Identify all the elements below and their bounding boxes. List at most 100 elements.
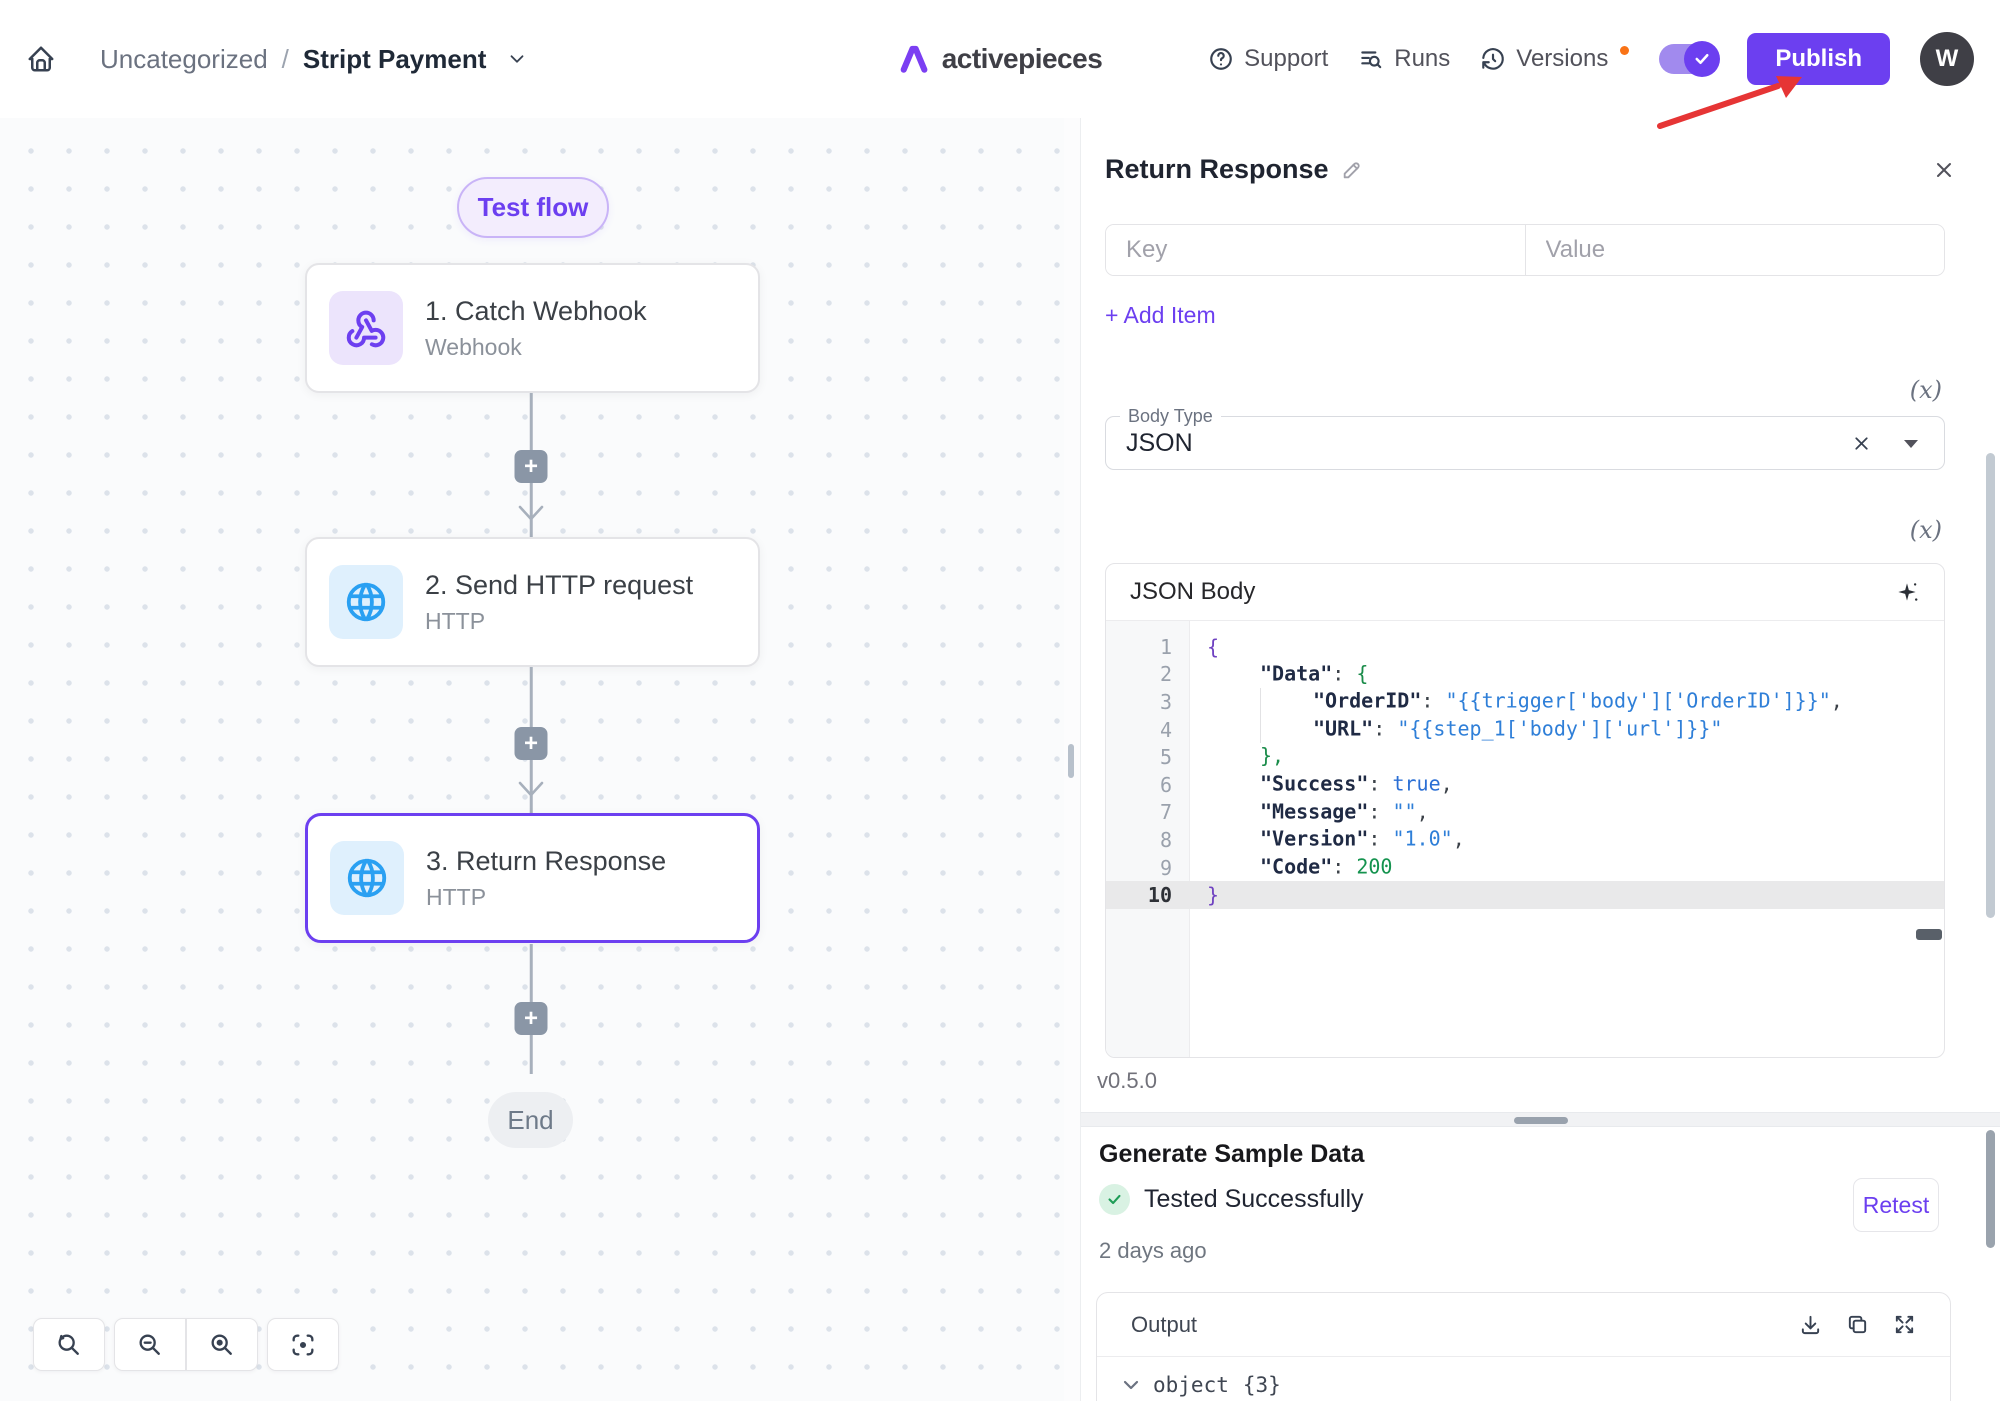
json-body-editor: JSON Body 1{2"Data": {3"OrderID": "{{tri… [1105,563,1945,1058]
add-step-button-3[interactable]: + [515,1002,548,1035]
dropdown-caret-icon[interactable] [1902,438,1920,450]
flow-end-node: End [488,1092,573,1148]
breadcrumb-separator: / [282,44,289,75]
output-node-type: object [1153,1373,1229,1397]
clear-selection-icon[interactable] [1851,433,1872,454]
generate-sample-data-title: Generate Sample Data [1099,1140,1364,1169]
step-subtitle: Webhook [425,334,647,361]
versions-button[interactable]: Versions [1480,45,1608,73]
output-tree-root[interactable]: object {3} [1097,1357,1950,1397]
arrow-down-icon [517,505,545,523]
expand-icon[interactable] [1893,1313,1916,1336]
toggle-knob [1684,41,1720,77]
panel-scrollbar-top[interactable] [1986,453,1995,918]
panel-resize-handle[interactable] [1068,744,1074,778]
versions-label: Versions [1516,45,1608,73]
zoom-out-icon [136,1331,164,1359]
output-title: Output [1131,1312,1197,1338]
breadcrumb-category[interactable]: Uncategorized [100,44,268,75]
code-line[interactable]: 5}, [1106,743,1944,771]
body-type-value: JSON [1126,429,1193,458]
user-avatar[interactable]: W [1920,32,1974,86]
code-line[interactable]: 8"Version": "1.0", [1106,826,1944,854]
publish-button[interactable]: Publish [1747,33,1890,85]
test-status-label: Tested Successfully [1144,1185,1364,1214]
zoom-reset-button[interactable] [34,1319,104,1370]
value-input[interactable] [1525,225,1945,275]
step-card-catch-webhook[interactable]: 1. Catch Webhook Webhook [305,263,760,393]
body-type-label: Body Type [1120,406,1221,427]
webhook-icon [329,291,403,365]
retest-button[interactable]: Retest [1853,1178,1939,1232]
panel-section-divider[interactable] [1081,1112,2000,1127]
divider-grip [1514,1117,1568,1124]
insert-variable-icon[interactable]: (x) [1910,516,1942,544]
arrow-down-icon [517,781,545,799]
add-item-button[interactable]: + Add Item [1105,302,1216,329]
home-icon[interactable] [26,44,56,74]
flow-builder-screen: Uncategorized / Stript Payment activepie… [0,0,2000,1401]
piece-version-label: v0.5.0 [1097,1068,1157,1094]
code-line[interactable]: 4"URL": "{{step_1['body']['url']}}" [1106,716,1944,744]
code-line[interactable]: 6"Success": true, [1106,771,1944,799]
headers-key-value-row [1105,224,1945,276]
breadcrumb: Uncategorized / Stript Payment [100,44,528,75]
flow-name[interactable]: Stript Payment [303,44,487,75]
step-card-send-http[interactable]: 2. Send HTTP request HTTP [305,537,760,667]
flow-enabled-toggle[interactable] [1659,44,1717,74]
code-line[interactable]: 2"Data": { [1106,661,1944,689]
panel-title: Return Response [1105,154,1329,185]
add-step-button-1[interactable]: + [515,450,548,483]
step-title: 1. Catch Webhook [425,296,647,327]
editor-scrollbar-thumb[interactable] [1916,929,1942,940]
zoom-in-icon [208,1331,236,1359]
key-input[interactable] [1106,225,1525,275]
globe-icon [329,565,403,639]
output-node-count: {3} [1243,1373,1281,1397]
code-editor[interactable]: 1{2"Data": {3"OrderID": "{{trigger['body… [1106,621,1944,1058]
add-step-button-2[interactable]: + [515,727,548,760]
tree-chevron-icon [1123,1380,1139,1391]
zoom-in-button[interactable] [187,1319,257,1370]
download-icon[interactable] [1799,1313,1822,1336]
step-title: 2. Send HTTP request [425,570,693,601]
code-line[interactable]: 1{ [1106,633,1944,661]
flow-canvas[interactable]: Test flow 1. Catch Webhook Webhook + [0,118,1064,1401]
json-body-label: JSON Body [1130,578,1255,606]
connector-1: + [501,393,561,537]
close-panel-icon[interactable] [1932,158,1956,182]
body-type-select[interactable]: Body Type JSON [1105,406,1945,470]
ai-sparkle-icon[interactable] [1894,579,1920,605]
insert-variable-icon[interactable]: (x) [1910,376,1942,404]
panel-resize-gap [1064,118,1080,1401]
code-line[interactable]: 7"Message": "", [1106,799,1944,827]
zoom-out-button[interactable] [115,1319,185,1370]
edit-pencil-icon[interactable] [1341,159,1363,181]
logo-text: activepieces [942,43,1103,75]
support-label: Support [1244,45,1328,73]
history-icon [1480,46,1506,72]
code-line[interactable]: 10} [1106,881,1944,909]
connector-2: + [501,667,561,813]
code-line[interactable]: 9"Code": 200 [1106,854,1944,882]
support-button[interactable]: Support [1208,45,1328,73]
help-icon [1208,46,1234,72]
code-line[interactable]: 3"OrderID": "{{trigger['body']['OrderID'… [1106,688,1944,716]
globe-icon [330,841,404,915]
copy-icon[interactable] [1846,1313,1869,1336]
versions-notification-dot [1620,46,1629,55]
zoom-reset-icon [55,1331,83,1359]
canvas-zoom-toolbar [33,1318,339,1371]
focus-frame-icon [289,1331,317,1359]
step-card-return-response[interactable]: 3. Return Response HTTP [305,813,760,943]
output-card: Output object {3} [1096,1292,1951,1401]
test-flow-button[interactable]: Test flow [457,177,609,238]
connector-3: + [501,944,561,1092]
fit-to-view-button[interactable] [268,1319,338,1370]
runs-button[interactable]: Runs [1358,45,1450,73]
panel-scrollbar-bottom[interactable] [1986,1130,1995,1248]
flow-menu-chevron-icon[interactable] [506,48,528,70]
step-title: 3. Return Response [426,846,666,877]
activepieces-logo: activepieces [898,43,1103,75]
top-header: Uncategorized / Stript Payment activepie… [0,0,2000,118]
